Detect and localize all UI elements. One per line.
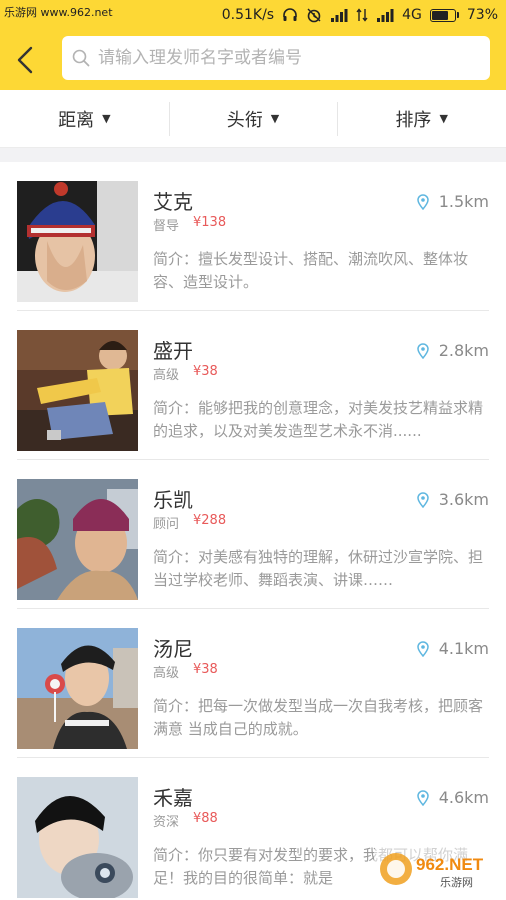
location-pin-icon — [416, 193, 429, 210]
distance-value: 2.8km — [438, 341, 489, 360]
stylist-card[interactable]: 乐凯 顾问 ¥288 3.6km 简介：对美感有独特的理解，休研过沙宣学院、担当… — [0, 460, 506, 609]
stylist-name: 禾嘉 — [153, 786, 193, 810]
caret-down-icon: ▼ — [102, 112, 111, 125]
distance: 4.6km — [416, 788, 489, 807]
network-speed: 0.51K/s — [221, 7, 275, 23]
headphone-icon — [282, 7, 298, 23]
battery-icon — [429, 8, 459, 22]
stylist-intro: 简介：擅长发型设计、搭配、潮流吹风、整体妆容、造型设计。 — [153, 250, 469, 291]
stylist-meta: 顾问 ¥288 — [153, 513, 226, 532]
stylist-meta: 督导 ¥138 — [153, 215, 226, 234]
section-gap — [0, 148, 506, 162]
caret-down-icon: ▼ — [270, 112, 280, 125]
status-icons: 0.51K/s 4G 73% — [222, 0, 498, 30]
stylist-card[interactable]: 汤尼 高级 ¥38 4.1km 简介：把每一次做发型当成一次自我考核，把顾客 满… — [0, 609, 506, 758]
stylist-meta: 资深 ¥88 — [153, 811, 218, 830]
alarm-icon — [306, 7, 322, 23]
corner-watermark-logo: 962.NET 乐游网 — [374, 846, 500, 892]
distance-value: 4.1km — [438, 639, 489, 658]
stylist-price: ¥88 — [193, 811, 218, 826]
stylist-price: ¥138 — [193, 215, 227, 230]
watermark-text: 962.NET — [416, 855, 484, 874]
search-icon — [72, 49, 90, 67]
filter-label: 头衔 — [226, 109, 263, 131]
signal-icon — [330, 8, 348, 22]
stylist-title: 督导 — [153, 219, 180, 234]
header — [0, 30, 506, 90]
avatar — [17, 628, 138, 749]
stylist-card[interactable]: 盛开 高级 ¥38 2.8km 简介：能够把我的创意理念，对美发技艺精益求精的追… — [0, 311, 506, 460]
location-pin-icon — [416, 342, 429, 359]
back-button[interactable] — [8, 40, 42, 80]
distance: 2.8km — [416, 341, 489, 360]
location-pin-icon — [416, 789, 429, 806]
caret-down-icon: ▼ — [439, 112, 448, 125]
search-input[interactable] — [98, 48, 478, 68]
distance-value: 1.5km — [438, 192, 489, 211]
location-pin-icon — [416, 491, 429, 508]
chevron-left-icon — [17, 46, 33, 74]
stylist-list: 艾克 督导 ¥138 1.5km 简介：擅长发型设计、搭配、潮流吹风、整体妆容、… — [0, 162, 506, 900]
battery-percent: 73% — [466, 7, 498, 23]
stylist-intro: 简介：把每一次做发型当成一次自我考核，把顾客 满意 当成自己的成就。 — [153, 697, 484, 738]
avatar — [17, 479, 138, 600]
stylist-meta: 高级 ¥38 — [153, 662, 218, 681]
stylist-name: 艾克 — [153, 190, 193, 214]
distance-value: 4.6km — [438, 788, 489, 807]
distance-value: 3.6km — [438, 490, 489, 509]
avatar — [17, 181, 138, 302]
stylist-price: ¥288 — [193, 513, 227, 528]
network-type: 4G — [402, 7, 422, 23]
data-transfer-icon — [356, 8, 368, 22]
stylist-price: ¥38 — [193, 364, 218, 379]
watermark-sub: 乐游网 — [440, 876, 473, 889]
stylist-intro: 简介：对美感有独特的理解，休研过沙宣学院、担当过学校老师、舞蹈表演、讲课…… — [153, 548, 484, 589]
stylist-title: 高级 — [153, 368, 180, 383]
status-bar: 乐游网 www.962.net 0.51K/s 4G 73% — [0, 0, 506, 30]
search-box[interactable] — [62, 36, 490, 80]
filter-label: 排序 — [395, 109, 432, 131]
location-pin-icon — [416, 640, 429, 657]
signal-icon-2 — [376, 8, 394, 22]
stylist-name: 盛开 — [153, 339, 193, 363]
avatar — [17, 330, 138, 451]
stylist-title: 顾问 — [153, 517, 180, 532]
filter-bar: 距离 ▼ 头衔 ▼ 排序 ▼ — [0, 90, 506, 148]
distance: 1.5km — [416, 192, 489, 211]
filter-distance[interactable]: 距离 ▼ — [0, 90, 169, 147]
stylist-name: 乐凯 — [153, 488, 193, 512]
avatar — [17, 777, 138, 898]
site-watermark: 乐游网 www.962.net — [4, 6, 113, 19]
filter-sort[interactable]: 排序 ▼ — [337, 90, 506, 147]
stylist-price: ¥38 — [193, 662, 218, 677]
filter-title[interactable]: 头衔 ▼ — [168, 90, 338, 147]
distance: 4.1km — [416, 639, 489, 658]
stylist-meta: 高级 ¥38 — [153, 364, 218, 383]
stylist-title: 资深 — [153, 815, 180, 830]
stylist-intro: 简介：能够把我的创意理念，对美发技艺精益求精的追求，以及对美发造型艺术永不消..… — [153, 399, 484, 440]
stylist-title: 高级 — [153, 666, 180, 681]
stylist-name: 汤尼 — [153, 637, 193, 661]
filter-label: 距离 — [58, 109, 95, 131]
distance: 3.6km — [416, 490, 489, 509]
stylist-card[interactable]: 艾克 督导 ¥138 1.5km 简介：擅长发型设计、搭配、潮流吹风、整体妆容、… — [0, 162, 506, 311]
